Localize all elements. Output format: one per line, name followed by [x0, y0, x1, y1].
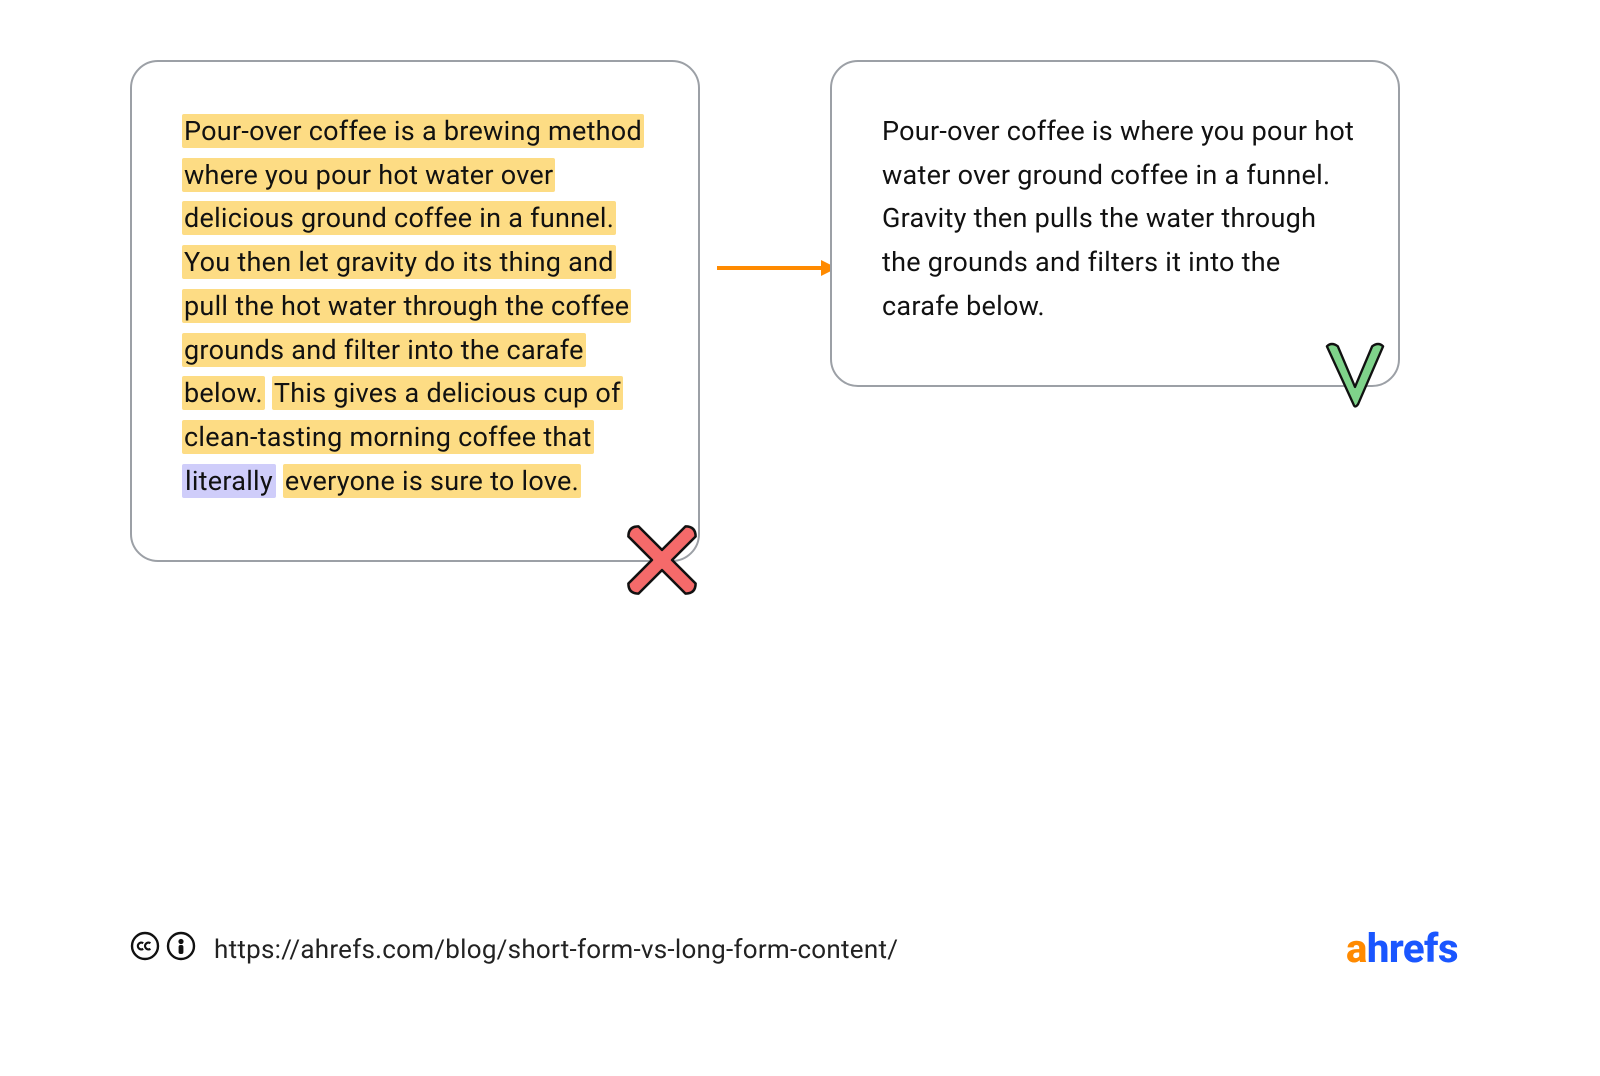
- attribution-icon: [166, 931, 196, 968]
- attribution-footer: https://ahrefs.com/blog/short-form-vs-lo…: [130, 931, 898, 968]
- source-url: https://ahrefs.com/blog/short-form-vs-lo…: [214, 935, 898, 965]
- incorrect-icon: [620, 518, 704, 602]
- correct-icon: [1316, 337, 1400, 421]
- highlight-alt-span: literally: [182, 464, 276, 498]
- arrow-right-icon: [717, 258, 837, 278]
- highlight-span: Pour-over coffee is a brewing method whe…: [182, 114, 644, 235]
- logo-rest: hrefs: [1367, 925, 1458, 972]
- cards-row: Pour-over coffee is a brewing method whe…: [130, 60, 1470, 562]
- cc-icon: [130, 931, 160, 968]
- bad-example-text: Pour-over coffee is a brewing method whe…: [182, 110, 656, 504]
- license-icons: [130, 931, 196, 968]
- comparison-diagram: Pour-over coffee is a brewing method whe…: [130, 60, 1470, 900]
- good-example-card: Pour-over coffee is where you pour hot w…: [830, 60, 1400, 387]
- good-example-text: Pour-over coffee is where you pour hot w…: [882, 110, 1356, 329]
- bad-example-card: Pour-over coffee is a brewing method whe…: [130, 60, 700, 562]
- logo-letter-a: a: [1346, 925, 1367, 972]
- highlight-span: everyone is sure to love.: [283, 464, 581, 498]
- ahrefs-logo: ahrefs: [1346, 925, 1458, 972]
